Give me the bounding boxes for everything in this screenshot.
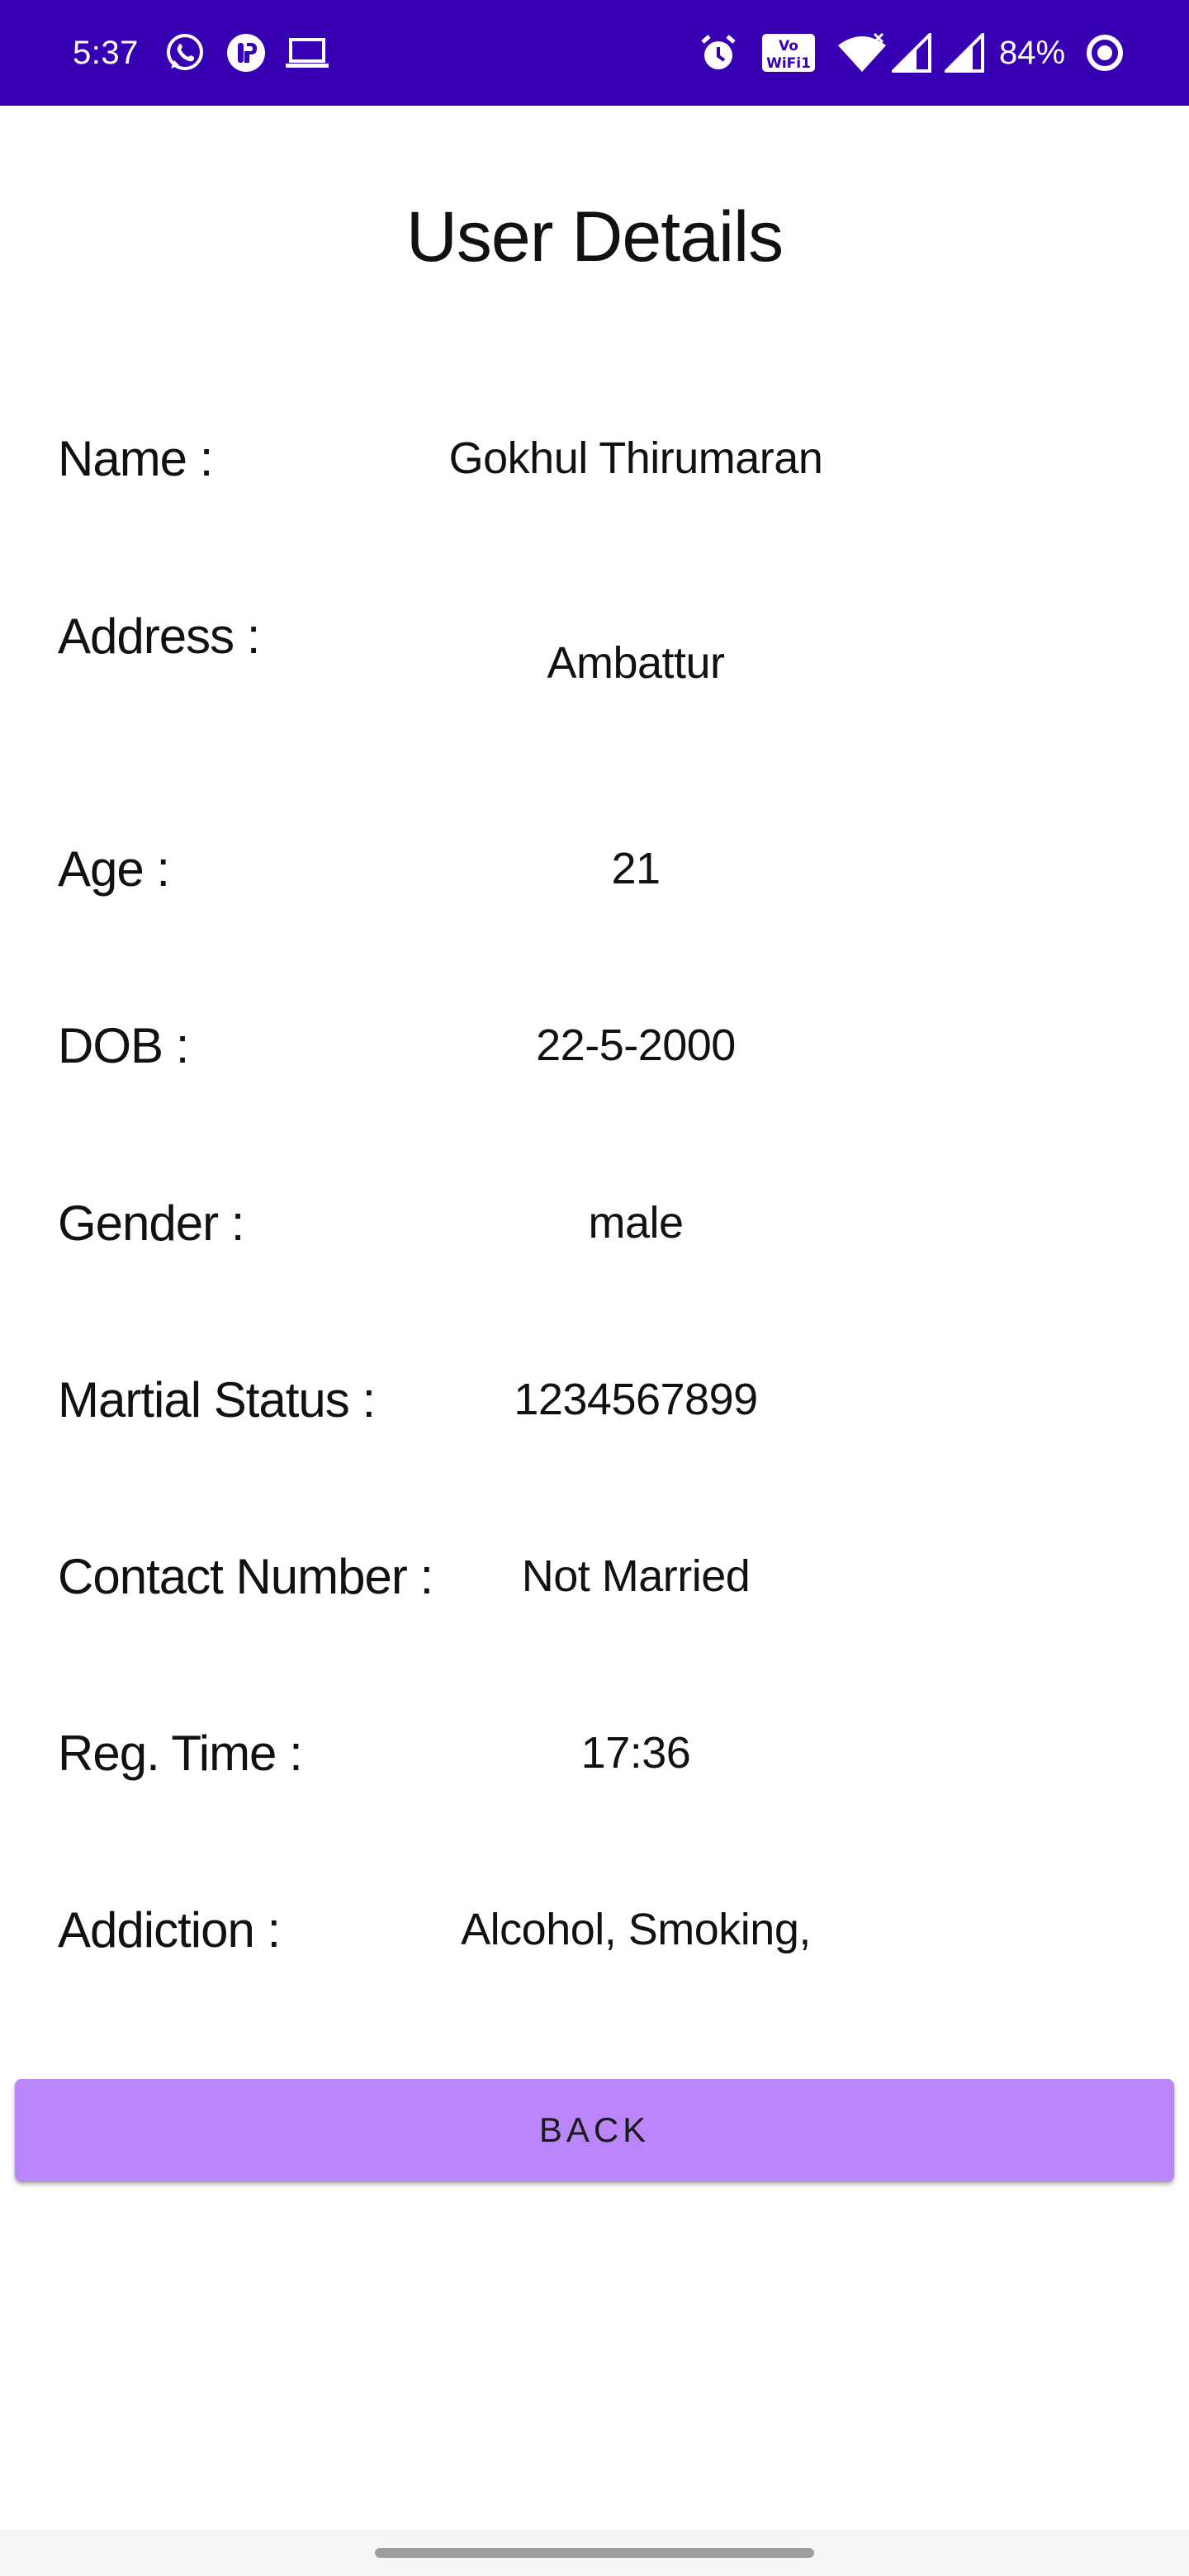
gender-value: male bbox=[588, 1198, 684, 1248]
gender-label: Gender : bbox=[58, 1196, 244, 1251]
dob-value: 22-5-2000 bbox=[536, 1020, 736, 1070]
dob-label: DOB : bbox=[58, 1018, 189, 1073]
contact-number-value: Not Married bbox=[521, 1551, 751, 1601]
app-icon bbox=[223, 30, 269, 76]
contact-number-label: Contact Number : bbox=[58, 1549, 433, 1604]
laptop-icon bbox=[282, 30, 332, 76]
age-value: 21 bbox=[611, 844, 661, 893]
marital-status-value: 1234567899 bbox=[514, 1375, 758, 1424]
addiction-value: Alcohol, Smoking, bbox=[461, 1905, 811, 1954]
age-label: Age : bbox=[58, 841, 170, 897]
marital-status-label: Martial Status : bbox=[58, 1372, 376, 1428]
reg-time-value: 17:36 bbox=[580, 1728, 691, 1778]
signal-icon bbox=[943, 30, 986, 76]
signal-icon bbox=[890, 30, 933, 76]
battery-ring-icon bbox=[1082, 30, 1128, 76]
addiction-label: Addiction : bbox=[58, 1902, 281, 1958]
address-label: Address : bbox=[58, 608, 260, 664]
alarm-icon bbox=[695, 30, 741, 76]
whatsapp-icon bbox=[162, 30, 208, 76]
back-button[interactable]: BACK bbox=[15, 2079, 1174, 2181]
name-value: Gokhul Thirumaran bbox=[448, 433, 823, 483]
wifi-icon bbox=[836, 30, 888, 76]
vowifi-icon: Vo WiFi1 bbox=[760, 30, 817, 76]
address-value: Ambattur bbox=[547, 638, 725, 688]
name-label: Name : bbox=[58, 431, 213, 486]
status-time: 5:37 bbox=[73, 35, 139, 71]
page-title: User Details bbox=[405, 197, 784, 277]
reg-time-label: Reg. Time : bbox=[58, 1726, 303, 1781]
svg-text:WiFi1: WiFi1 bbox=[766, 55, 811, 72]
home-gesture-handle[interactable] bbox=[375, 2548, 814, 2558]
svg-text:Vo: Vo bbox=[779, 38, 798, 54]
status-bar: 5:37 Vo WiFi1 84% bbox=[0, 0, 1189, 106]
battery-percent: 84% bbox=[999, 35, 1066, 71]
